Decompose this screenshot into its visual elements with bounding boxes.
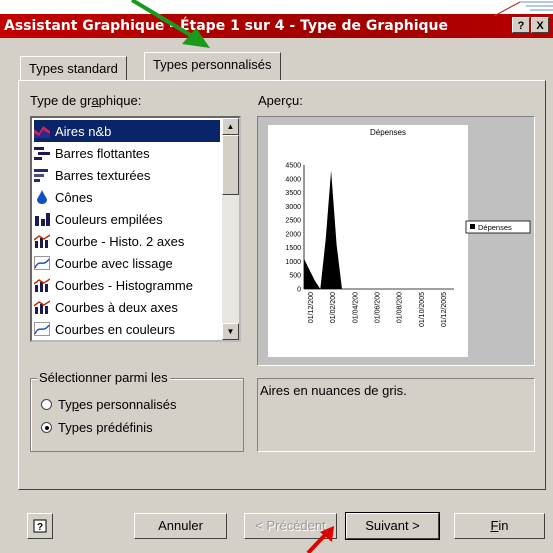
radio-types-personnalises[interactable]: Types personnalisés [41,397,177,412]
list-item[interactable]: Courbes en couleurs [34,318,220,340]
scroll-down-button[interactable]: ▼ [222,323,239,340]
radio-types-predefinis[interactable]: Types prédéfinis [41,420,153,435]
list-item[interactable]: Cônes [34,186,220,208]
list-item-label: Couleurs empilées [55,211,163,227]
preview-label: Aperçu: [258,93,303,108]
smooth-line-icon [34,322,50,336]
list-item[interactable]: Barres texturées [34,164,220,186]
corner-decoration-icon [493,1,553,16]
y-tick-label: 500 [289,273,301,280]
description-text: Aires en nuances de gris. [260,383,407,398]
y-tick-label: 4000 [285,176,301,183]
chart-type-label: Type de graphique: [30,93,142,108]
tab-types-standard[interactable]: Types standard [20,56,127,80]
select-from-label: Sélectionner parmi les [37,370,170,385]
svg-text:?: ? [37,522,43,533]
finish-button[interactable]: Fin [454,513,545,539]
next-button[interactable]: Suivant > [345,512,440,540]
select-from-group: Sélectionner parmi les Types personnalis… [30,370,244,452]
list-item[interactable]: Barres flottantes [34,142,220,164]
chart-type-listbox[interactable]: Aires n&b Barres flottantes Barres textu… [30,116,241,342]
help-icon: ? [33,519,47,533]
y-tick-label: 1000 [285,259,301,266]
background-strip [0,0,553,14]
floating-bar-icon [34,147,50,160]
help-title-button[interactable]: ? [512,17,530,33]
legend-label: Dépenses [478,223,512,232]
radio-button[interactable] [41,399,52,410]
annotation-arrow-icon [130,0,210,48]
stacked-column-icon [35,213,50,226]
title-bar: Assistant Graphique - Étape 1 sur 4 - Ty… [0,14,553,38]
x-tick-label: 01/04/200 [352,292,359,323]
radio-label: Types personnalisés [58,397,177,412]
list-item[interactable]: Courbes à deux axes [34,296,220,318]
annotation-arrow-icon [306,526,334,553]
cone-icon [37,190,47,204]
preview-chart: Dépenses 4500 4000 3500 3000 2500 2000 1500 100… [268,125,531,357]
list-item[interactable]: Courbe - Histo. 2 axes [34,230,220,252]
area-chart-icon [34,126,50,138]
list-item[interactable]: Courbe avec lissage [34,252,220,274]
list-scrollbar[interactable]: ▲ ▼ [222,118,239,340]
x-tick-label: 01/06/200 [374,292,381,323]
list-item-label: Courbe - Histo. 2 axes [55,233,185,249]
y-tick-label: 1500 [285,245,301,252]
list-item-label: Courbes en couleurs [55,321,175,337]
list-item[interactable]: Couleurs empilées [34,208,220,230]
y-tick-label: 2500 [285,218,301,225]
x-tick-label: 01/08/200 [397,292,404,323]
list-item[interactable]: Aires n&b [34,120,220,142]
chart-preview: Dépenses 4500 4000 3500 3000 2500 2000 1500 100… [257,116,535,366]
tab-types-personnalises[interactable]: Types personnalisés [144,52,281,80]
list-item-label: Cônes [55,189,93,205]
list-item-label: Courbe avec lissage [55,255,173,271]
list-item-label: Aires n&b [55,123,112,139]
x-tick-label: 01/12/2005 [441,292,448,327]
line-column-icon [34,234,50,248]
list-item-label: Barres texturées [55,167,151,183]
list-item-label: Courbes - Histogramme [55,277,193,293]
description-box: Aires en nuances de gris. [257,378,535,452]
y-tick-label: 3000 [285,204,301,211]
help-button[interactable]: ? [27,513,53,539]
y-tick-label: 4500 [285,163,301,170]
textured-bar-icon [34,169,48,182]
plot-area-background [268,125,468,357]
chart-title: Dépenses [370,128,406,137]
x-tick-label: 01/02/200 [330,292,337,323]
y-tick-label: 0 [297,287,301,294]
cancel-button[interactable]: Annuler [134,513,227,539]
line-column-icon [34,278,50,292]
radio-label: Types prédéfinis [58,420,153,435]
scroll-up-button[interactable]: ▲ [222,118,239,135]
radio-button[interactable] [41,422,52,433]
list-item-label: Barres flottantes [55,145,150,161]
close-button[interactable]: X [531,17,549,33]
chart-legend: Dépenses [465,220,531,234]
y-tick-label: 2000 [285,231,301,238]
chart-wizard-dialog: Assistant Graphique - Étape 1 sur 4 - Ty… [0,0,553,553]
line-column-icon [34,300,50,314]
list-item[interactable]: Courbes - Histogramme [34,274,220,296]
x-tick-label: 01/12/200 [308,292,315,323]
scroll-thumb[interactable] [222,135,239,195]
y-tick-label: 3500 [285,190,301,197]
x-tick-label: 01/10/2005 [419,292,426,327]
list-item-label: Courbes à deux axes [55,299,178,315]
legend-swatch [470,224,475,229]
smooth-line-icon [34,256,50,270]
